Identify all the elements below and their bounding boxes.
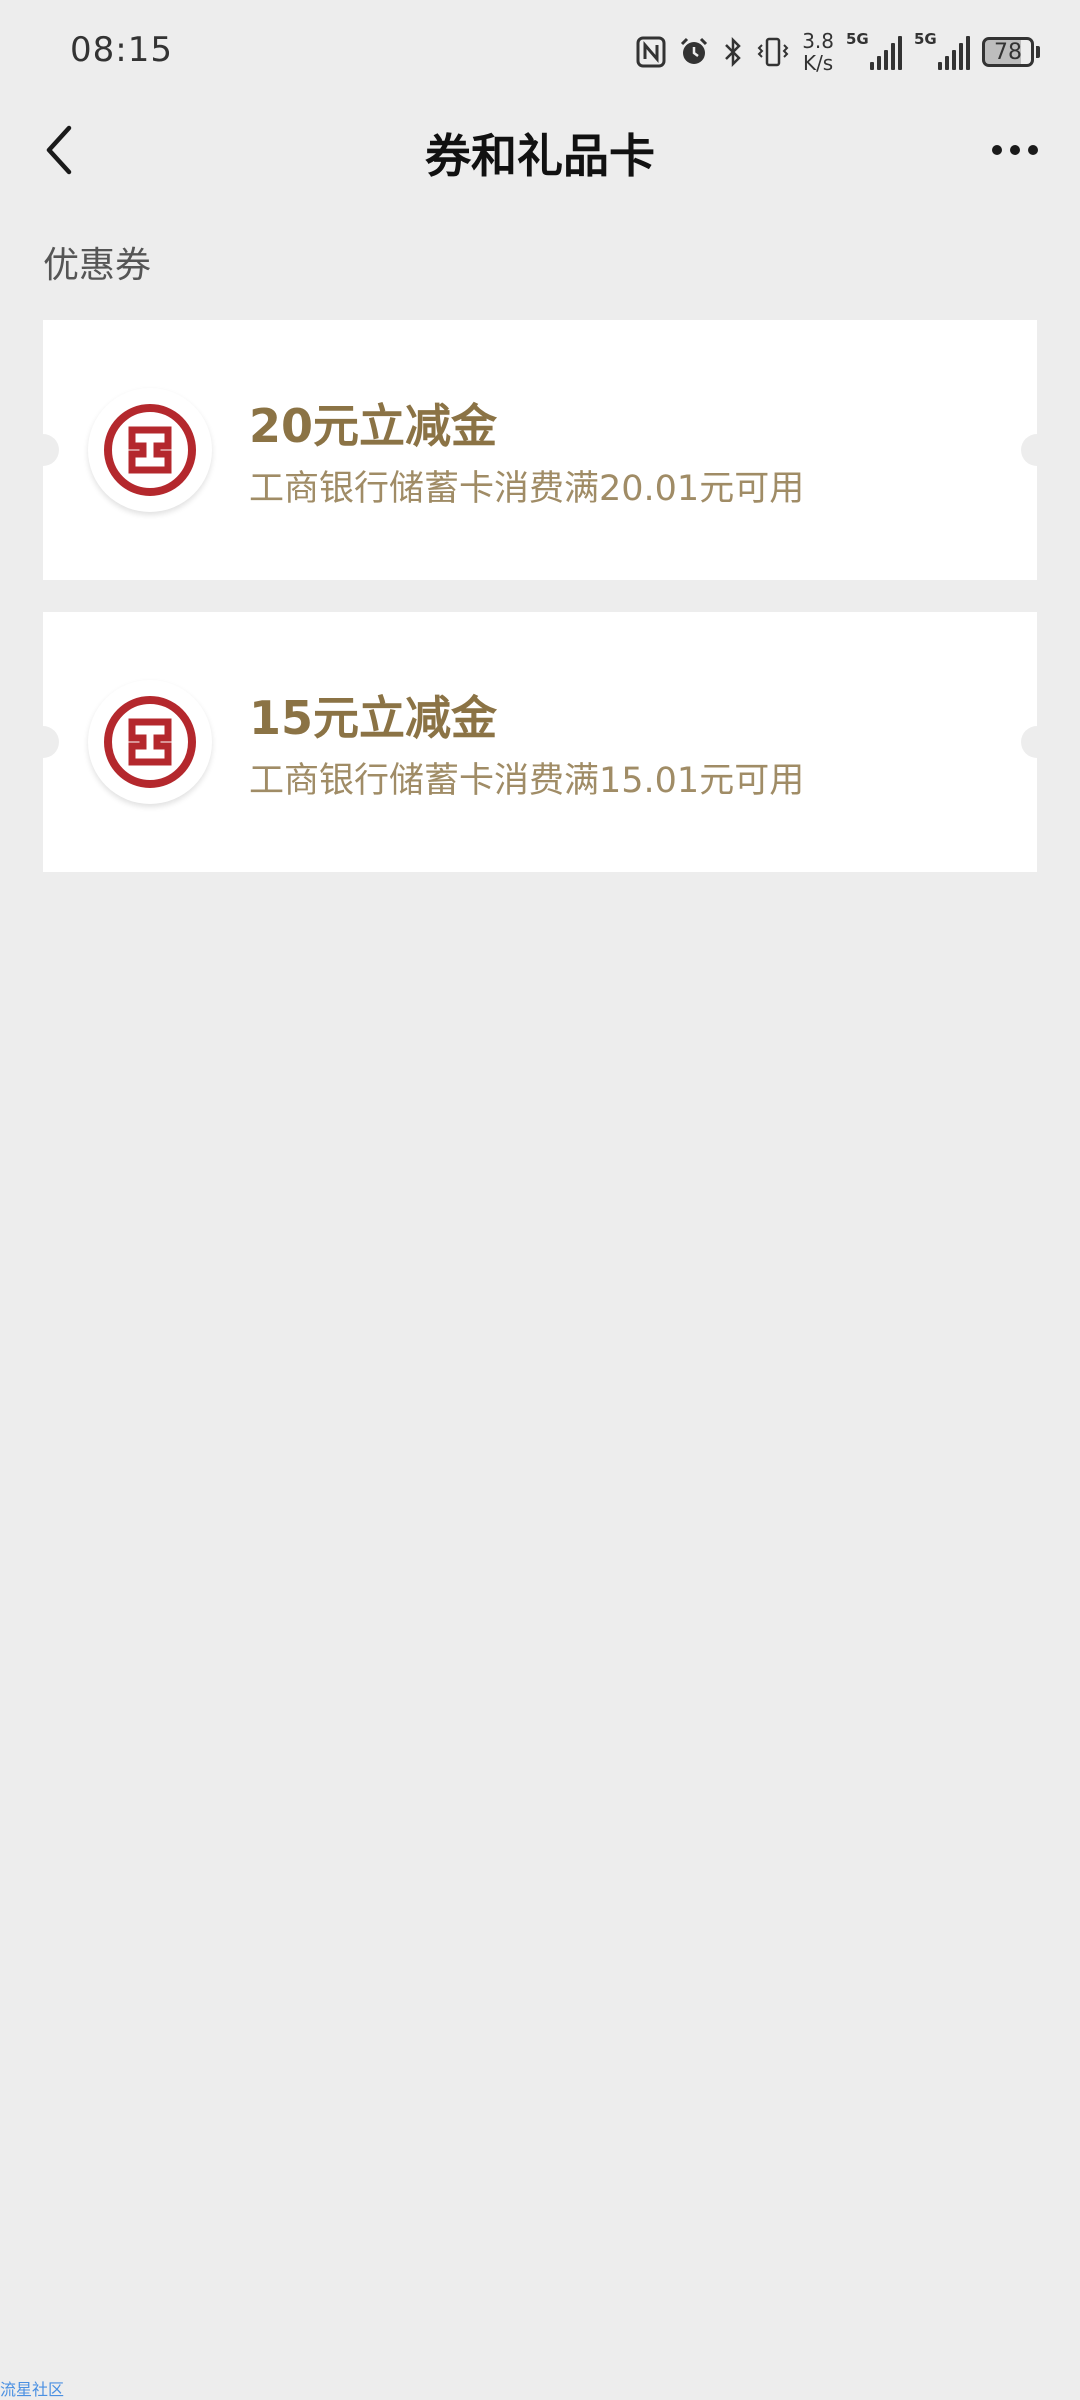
signal-tag-2: 5G [914, 30, 937, 48]
status-icons: 3.8 K/s 5G 5G 78 [636, 24, 1040, 80]
network-speed-value: 3.8 [802, 29, 834, 53]
nfc-icon [636, 36, 666, 68]
watermark: 流星社区 [0, 2380, 65, 2399]
bank-logo [88, 680, 212, 804]
section-title-coupons: 优惠券 [43, 245, 152, 286]
coupon-notch-left [43, 726, 59, 758]
coupon-list: 20元立减金 工商银行储蓄卡消费满20.01元可用 15元立减金 工商银行储蓄卡… [43, 320, 1037, 904]
status-bar: 08:15 3.8 K/s 5G 5G 78 [0, 0, 1080, 100]
icbc-logo-icon [104, 696, 196, 788]
more-dots-icon [992, 145, 1002, 155]
bluetooth-icon [722, 36, 744, 68]
status-time: 08:15 [70, 30, 173, 70]
coupon-notch-right [1021, 726, 1037, 758]
coupon-desc: 工商银行储蓄卡消费满15.01元可用 [249, 761, 805, 801]
battery-level: 78 [982, 37, 1034, 67]
more-button[interactable] [980, 120, 1050, 180]
signal-tag-1: 5G [846, 30, 869, 48]
nav-bar: 券和礼品卡 [0, 100, 1080, 200]
battery-icon: 78 [982, 37, 1040, 67]
network-speed: 3.8 K/s [802, 30, 834, 74]
page-title: 券和礼品卡 [425, 129, 655, 183]
signal-5g-icon-2: 5G [914, 30, 970, 70]
icbc-logo-icon [104, 404, 196, 496]
coupon-title: 15元立减金 [249, 691, 498, 745]
coupon-card[interactable]: 20元立减金 工商银行储蓄卡消费满20.01元可用 [43, 320, 1037, 580]
coupon-notch-left [43, 434, 59, 466]
coupon-notch-right [1021, 434, 1037, 466]
coupon-title: 20元立减金 [249, 399, 498, 453]
signal-5g-icon-1: 5G [846, 30, 902, 70]
coupon-desc: 工商银行储蓄卡消费满20.01元可用 [249, 469, 805, 509]
network-speed-unit: K/s [802, 51, 834, 75]
vibrate-icon [756, 36, 790, 68]
alarm-icon [678, 36, 710, 68]
bank-logo [88, 388, 212, 512]
coupon-card[interactable]: 15元立减金 工商银行储蓄卡消费满15.01元可用 [43, 612, 1037, 872]
